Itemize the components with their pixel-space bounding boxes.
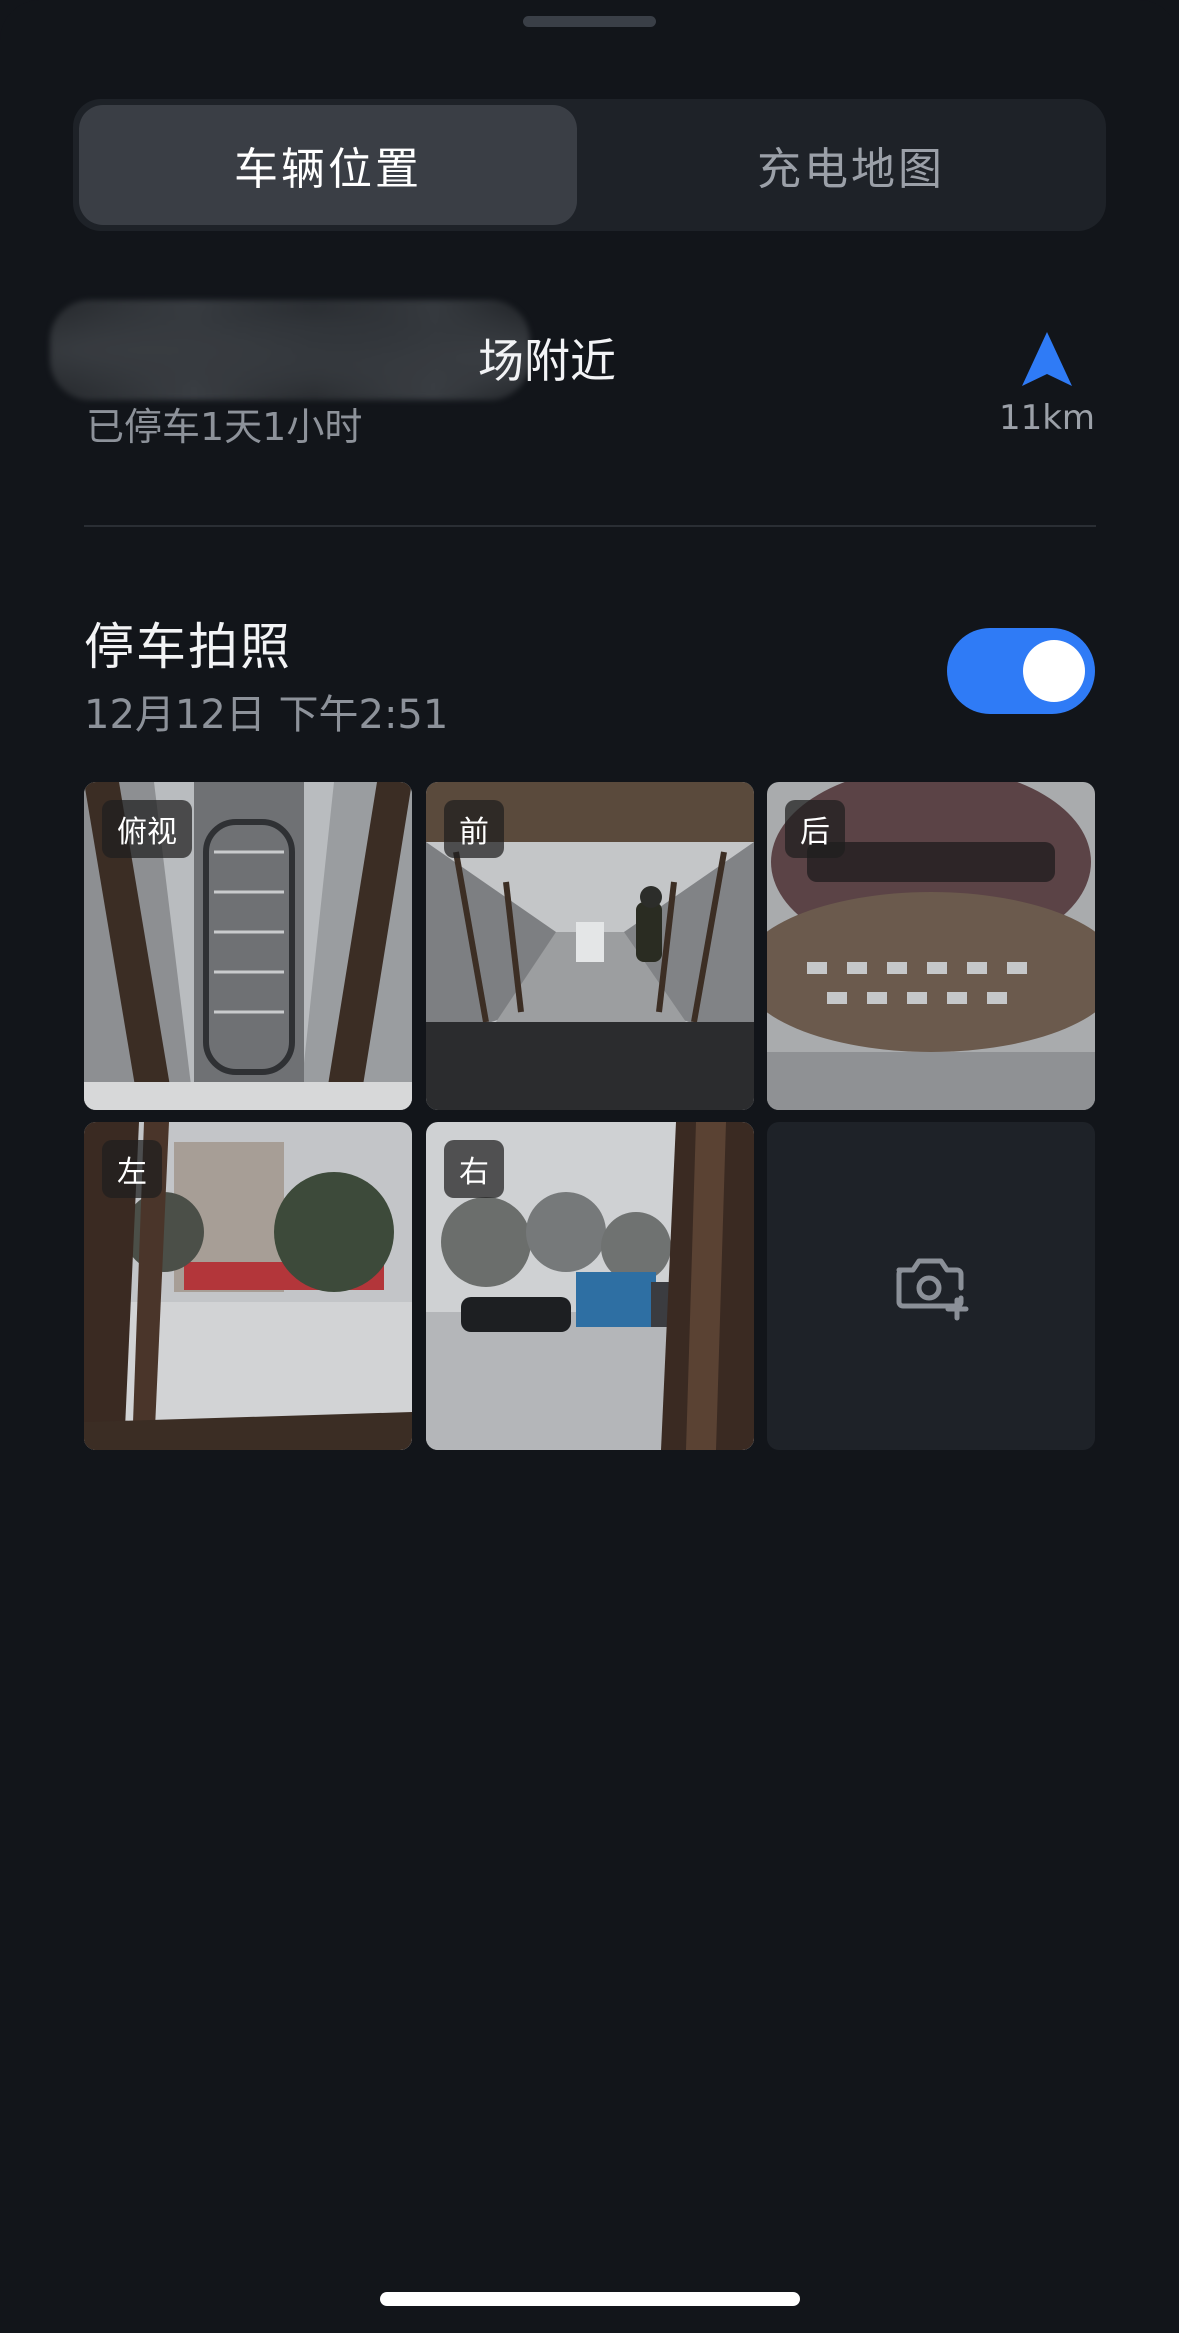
parking-photo-toggle[interactable]	[947, 628, 1095, 714]
segmented-control: 车辆位置 充电地图	[73, 99, 1106, 231]
photo-tile-right[interactable]: 右	[426, 1122, 754, 1450]
tab-charging-map[interactable]: 充电地图	[602, 105, 1100, 225]
camera-plus-icon	[896, 1258, 969, 1321]
home-indicator[interactable]	[380, 2292, 800, 2306]
tile-label: 后	[785, 800, 845, 858]
parked-duration: 已停车1天1小时	[86, 405, 363, 449]
location-title[interactable]: 场附近	[86, 325, 616, 391]
tile-label: 俯视	[102, 800, 192, 858]
photo-tile-top-view[interactable]: 俯视	[84, 782, 412, 1110]
distance-label: 11km	[998, 398, 1096, 438]
tab-vehicle-location[interactable]: 车辆位置	[79, 105, 577, 225]
parking-photo-timestamp: 12月12日 下午2:51	[84, 692, 449, 738]
tile-label: 左	[102, 1140, 162, 1198]
location-name-suffix: 场附近	[478, 334, 616, 388]
photo-tile-front[interactable]: 前	[426, 782, 754, 1110]
toggle-knob	[1023, 640, 1085, 702]
bottom-sheet: 车辆位置 充电地图 场附近 已停车1天1小时 11km 停车拍照 12月12日 …	[0, 0, 1179, 2333]
sheet-grabber[interactable]	[523, 16, 656, 27]
tile-label: 前	[444, 800, 504, 858]
tile-label: 右	[444, 1140, 504, 1198]
parking-photo-title: 停车拍照	[84, 618, 292, 676]
photo-tile-left[interactable]: 左	[84, 1122, 412, 1450]
add-photo-tile[interactable]	[767, 1122, 1095, 1450]
navigate-button[interactable]: 11km	[997, 330, 1097, 438]
photo-tile-rear[interactable]: 后	[767, 782, 1095, 1110]
navigation-arrow-icon	[1022, 332, 1072, 386]
divider	[84, 525, 1096, 527]
